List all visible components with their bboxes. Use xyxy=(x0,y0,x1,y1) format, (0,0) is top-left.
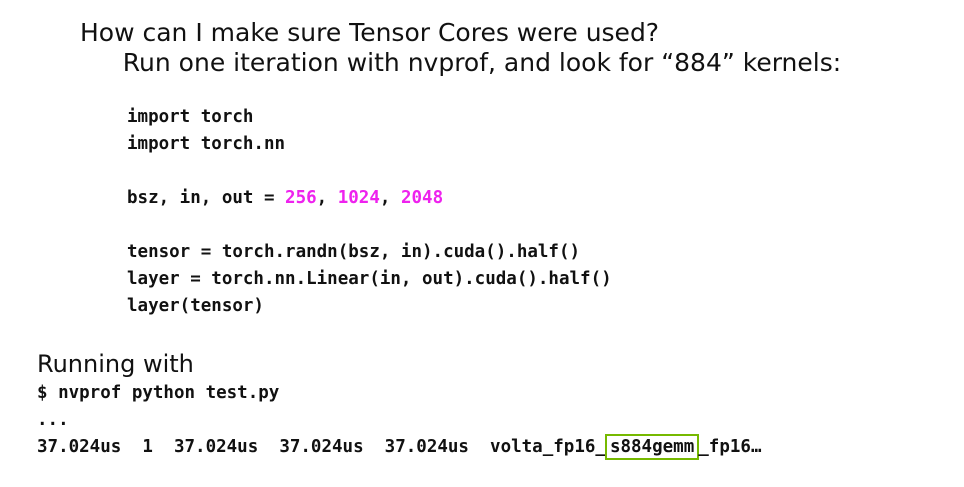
terminal-output-prefix: 37.024us 1 37.024us 37.024us 37.024us vo… xyxy=(37,437,596,457)
kernel-highlight-box: s884gemm xyxy=(604,434,700,460)
code-number-out: 2048 xyxy=(400,188,444,208)
code-line-tensor: tensor = torch.randn(bsz, in).cuda().hal… xyxy=(127,242,581,262)
code-sep: , xyxy=(379,188,401,208)
slide-title-line1: How can I make sure Tensor Cores were us… xyxy=(80,18,660,47)
code-number-in: 1024 xyxy=(337,188,380,208)
code-line-dims: bsz, in, out = 256, 1024, 2048 xyxy=(127,185,443,212)
terminal-ellipsis: ... xyxy=(37,410,69,430)
code-dims-assign: bsz, in, out = xyxy=(127,188,286,208)
code-number-bsz: 256 xyxy=(285,188,317,208)
slide-title-line2: Run one iteration with nvprof, and look … xyxy=(122,48,842,77)
terminal-command: $ nvprof python test.py xyxy=(37,383,280,403)
code-line-layer: layer = torch.nn.Linear(in, out).cuda().… xyxy=(127,269,612,289)
terminal-output-suffix: fp16… xyxy=(708,437,762,457)
running-with-label: Running with xyxy=(37,350,194,378)
code-line-call: layer(tensor) xyxy=(127,296,264,316)
code-line-import-torch: import torch xyxy=(127,107,254,127)
terminal-output-line: 37.024us 1 37.024us 37.024us 37.024us vo… xyxy=(37,434,761,461)
code-sep: , xyxy=(316,188,338,208)
code-line-import-torch-nn: import torch.nn xyxy=(127,134,286,154)
